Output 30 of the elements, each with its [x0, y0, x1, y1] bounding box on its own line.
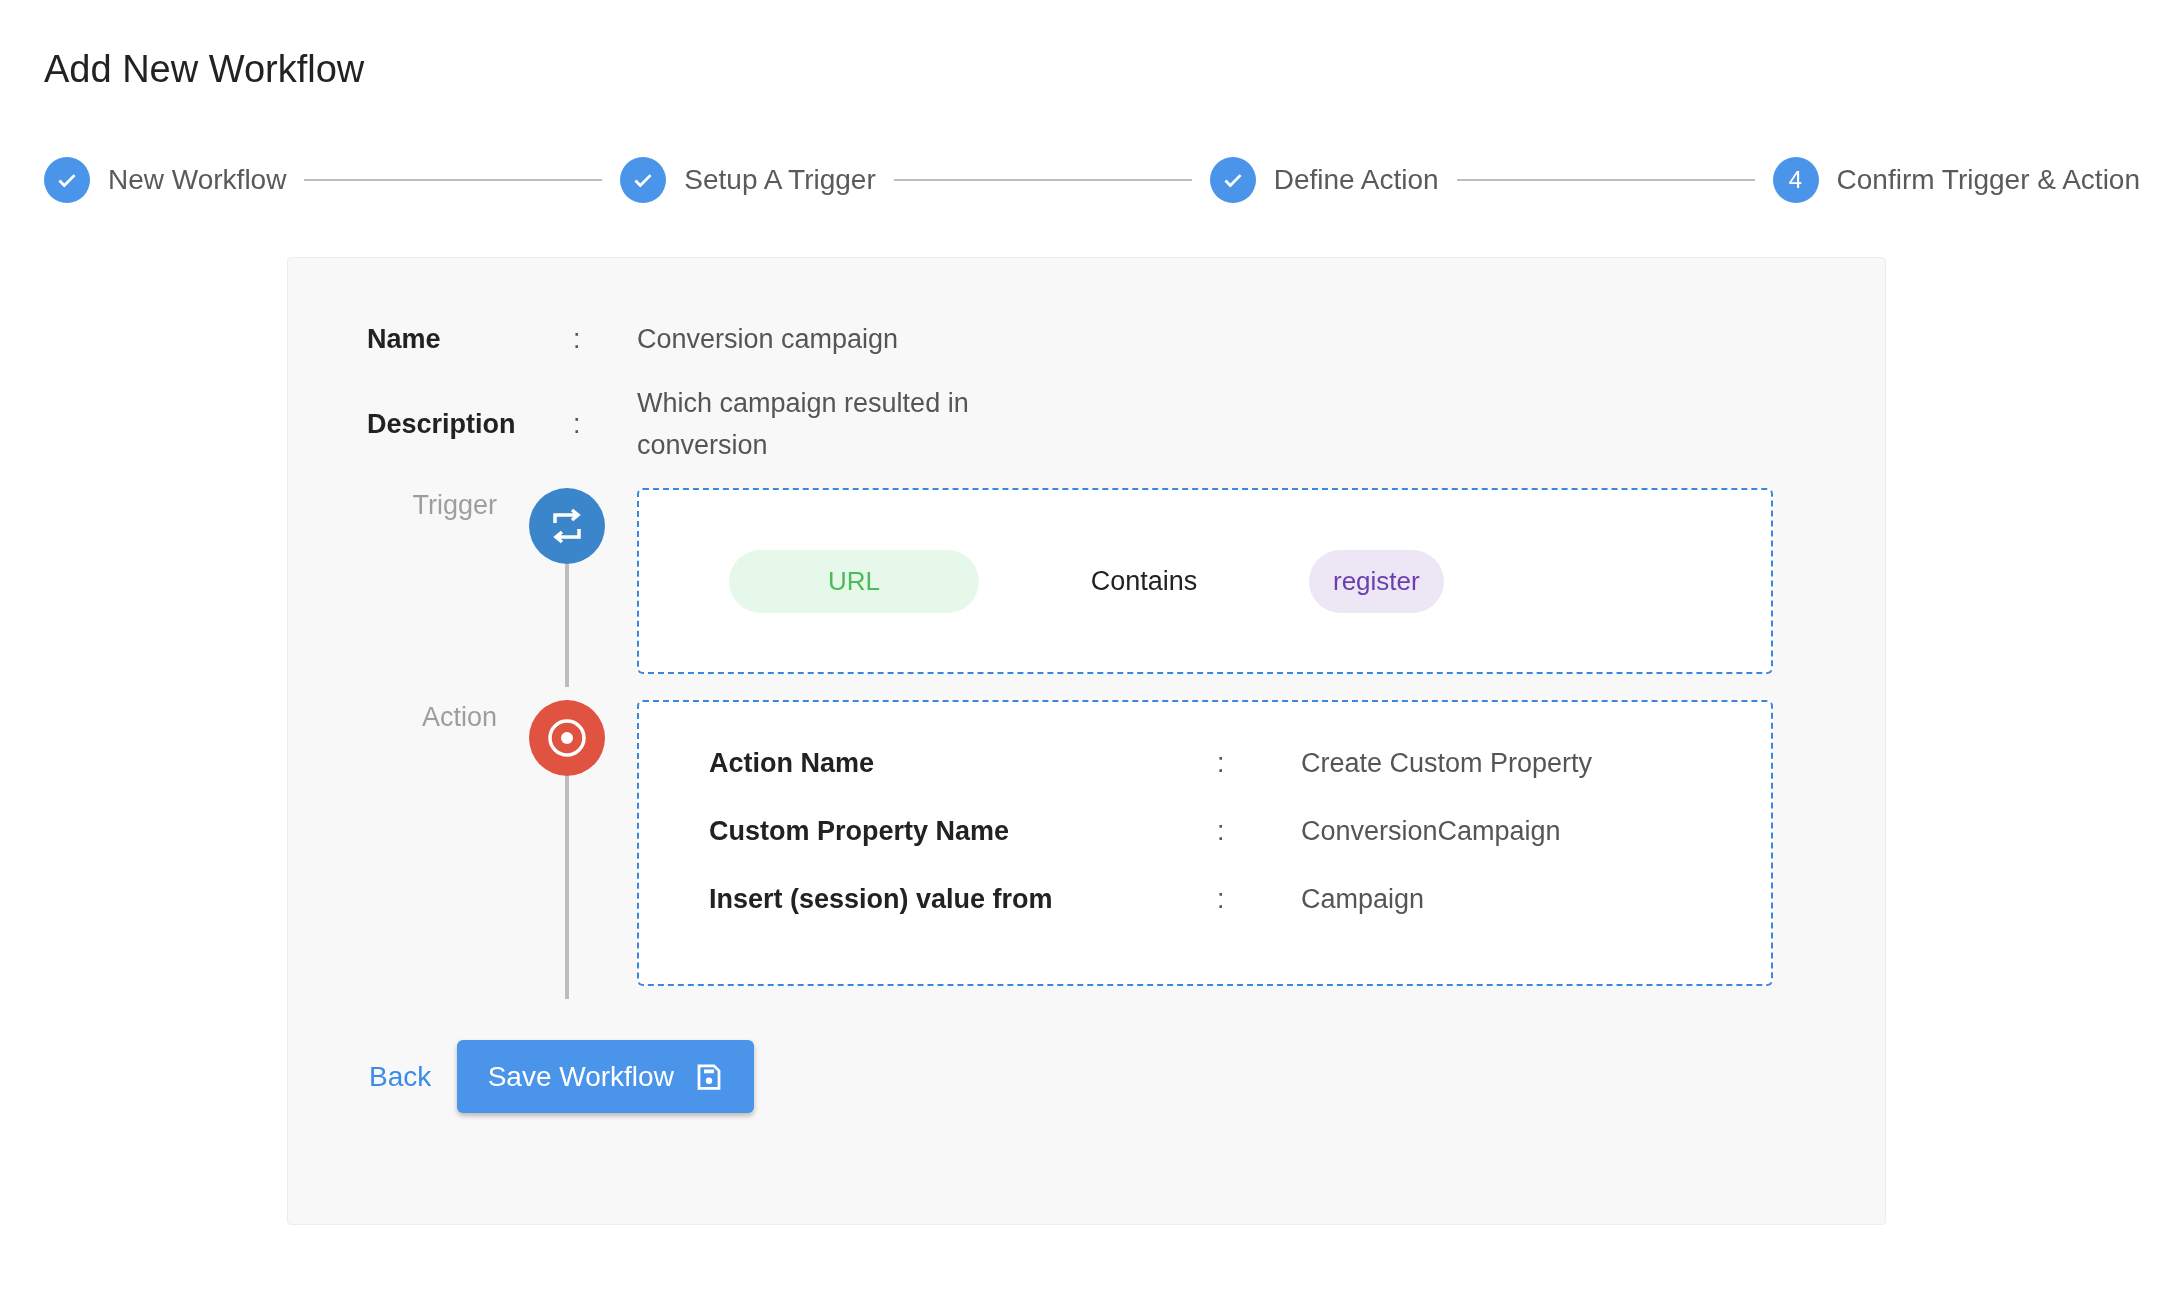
property-label: Action Name	[709, 748, 876, 779]
property-label: Insert (session) value from	[709, 884, 1054, 915]
field-label: Description	[367, 408, 517, 440]
property-value: Campaign	[1301, 884, 1426, 915]
step-label: Setup A Trigger	[684, 164, 876, 196]
step-number: 4	[1772, 157, 1819, 203]
field-value: Conversion campaign	[637, 323, 900, 356]
separator: :	[573, 408, 582, 440]
field-label: Name	[367, 323, 442, 355]
separator: :	[1217, 884, 1226, 915]
save-workflow-button[interactable]: Save Workflow	[457, 1040, 755, 1113]
trigger-label: Trigger	[411, 489, 497, 521]
value-tag: register	[1309, 549, 1444, 613]
field-tag: URL	[729, 549, 979, 613]
operator-text: Contains	[1089, 565, 1199, 597]
property-label: Custom Property Name	[709, 816, 1011, 847]
separator: :	[1217, 748, 1226, 779]
property-value: ConversionCampaign	[1301, 816, 1562, 847]
property-value: Create Custom Property	[1301, 748, 1594, 779]
separator: :	[573, 323, 582, 355]
action-label: Action	[420, 701, 497, 733]
separator: :	[1217, 816, 1226, 847]
field-value: Which campaign resulted in conversion	[637, 387, 970, 462]
step-label: New Workflow	[108, 164, 287, 196]
target-icon	[529, 700, 605, 776]
step-label: Define Action	[1273, 164, 1439, 196]
back-link[interactable]: Back	[367, 1060, 434, 1093]
repeat-icon	[529, 488, 605, 564]
step-label: Confirm Trigger & Action	[1836, 164, 2140, 196]
page-title: Add New Workflow	[44, 47, 365, 92]
